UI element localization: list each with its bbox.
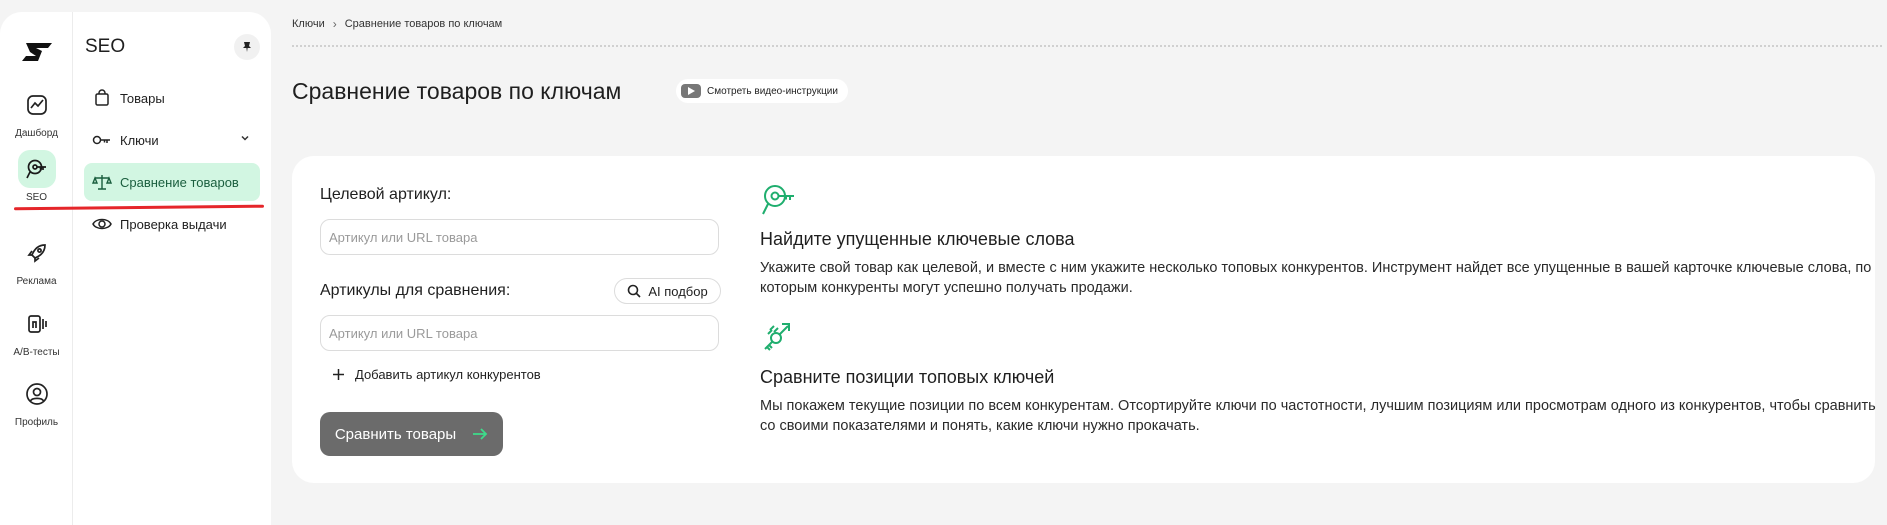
rail-label: A/B-тесты <box>13 347 60 358</box>
logo-icon[interactable] <box>20 40 54 64</box>
seo-icon <box>17 150 56 188</box>
search-icon <box>628 284 641 298</box>
sidebar-item-keys[interactable]: Ключи <box>84 121 260 159</box>
shopping-bag-icon <box>92 88 112 108</box>
dashboard-icon <box>18 86 56 124</box>
play-icon <box>681 84 701 98</box>
scales-icon <box>92 172 112 192</box>
rail-item-ab-tests[interactable]: A/B-тесты <box>0 305 73 358</box>
page-title: Сравнение товаров по ключам <box>292 78 622 104</box>
chevron-right-icon: › <box>332 17 337 31</box>
sidebar-item-label: Товары <box>120 90 165 106</box>
chevron-down-icon <box>241 135 249 141</box>
rail-label: Профиль <box>14 417 59 428</box>
arrow-right-icon <box>473 428 488 440</box>
key-rising-icon <box>764 323 790 351</box>
key-search-icon <box>762 185 794 215</box>
feature-title: Сравните позиции топовых ключей <box>760 367 1055 387</box>
add-competitor-link[interactable]: Добавить артикул конкурентов <box>332 367 541 382</box>
sidebar-item-compare[interactable]: Сравнение товаров <box>84 163 260 201</box>
sidebar-title: SEO <box>85 36 126 57</box>
rail-label: Реклама <box>16 276 57 287</box>
compare-card: Целевой артикул: Артикулы для сравнения:… <box>292 156 1876 483</box>
header-divider <box>292 45 1882 47</box>
rail-item-seo[interactable]: SEO <box>0 150 73 203</box>
rail-item-profile[interactable]: Профиль <box>0 375 73 428</box>
pin-icon <box>243 42 251 52</box>
ai-selection-button[interactable]: AI подбор <box>614 278 721 304</box>
rail-label: SEO <box>25 192 48 203</box>
rail-label: Дашборд <box>15 128 58 139</box>
video-instructions-button[interactable]: Смотреть видео-инструкции <box>676 79 848 103</box>
compare-button-label: Сравнить товары <box>334 425 457 443</box>
ai-button-label: AI подбор <box>648 283 708 299</box>
sidebar-item-search-check[interactable]: Проверка выдачи <box>84 205 260 243</box>
breadcrumb: Ключи › Сравнение товаров по ключам <box>292 17 502 31</box>
add-link-label: Добавить артикул конкурентов <box>355 367 541 382</box>
pin-button[interactable] <box>234 34 260 60</box>
sidebar-item-label: Сравнение товаров <box>120 174 239 190</box>
video-button-label: Смотреть видео-инструкции <box>707 85 838 97</box>
key-icon <box>92 130 112 150</box>
target-article-input[interactable] <box>320 219 719 255</box>
icon-rail: Дашборд SEO Реклама A/B-тесты Профиль <box>0 12 73 525</box>
ab-test-icon <box>18 305 56 343</box>
rocket-icon <box>18 234 56 272</box>
seo-sidebar: SEO Товары Ключи Сравнение товаров Прове… <box>73 12 271 525</box>
profile-icon <box>18 375 56 413</box>
feature-text: Мы покажем текущие позиции по всем конку… <box>760 398 1876 434</box>
breadcrumb-item[interactable]: Ключи <box>292 18 325 30</box>
sidebar-item-label: Проверка выдачи <box>120 216 227 232</box>
feature-text: Укажите свой товар как целевой, и вместе… <box>760 260 1872 296</box>
plus-icon <box>333 369 344 380</box>
compare-label: Артикулы для сравнения: <box>320 282 511 299</box>
sidebar-item-products[interactable]: Товары <box>84 79 260 117</box>
compare-article-input[interactable] <box>320 315 719 351</box>
rail-item-dashboard[interactable]: Дашборд <box>0 86 73 139</box>
rail-item-ads[interactable]: Реклама <box>0 234 73 287</box>
sidebar-item-label: Ключи <box>120 132 159 148</box>
compare-products-button[interactable]: Сравнить товары <box>320 412 503 456</box>
target-label: Целевой артикул: <box>320 186 452 203</box>
breadcrumb-item: Сравнение товаров по ключам <box>344 18 503 30</box>
feature-title: Найдите упущенные ключевые слова <box>760 229 1075 249</box>
eye-icon <box>92 214 112 234</box>
